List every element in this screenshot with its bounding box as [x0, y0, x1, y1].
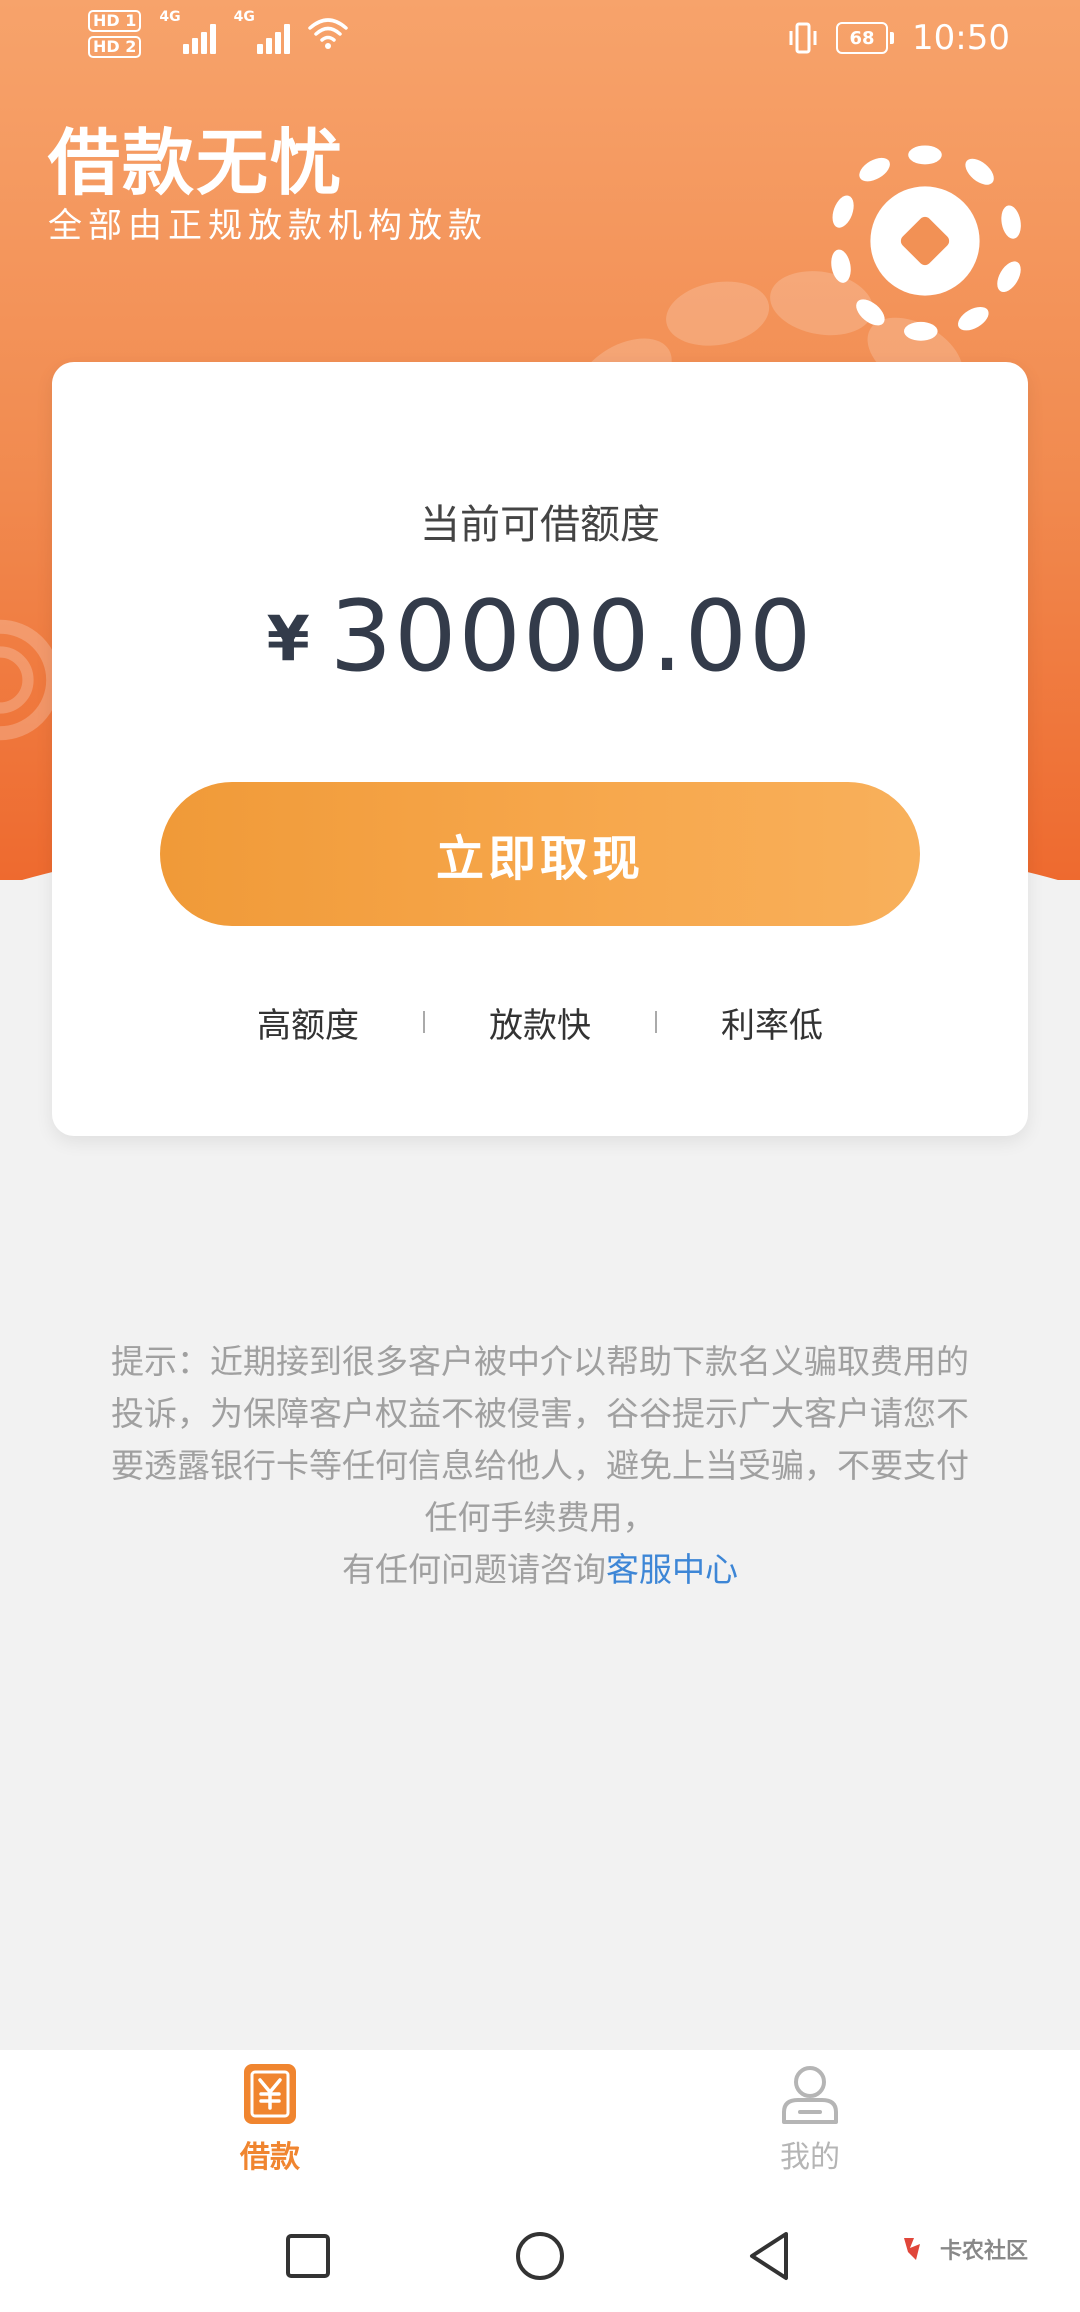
tab-borrow[interactable]: 借款: [170, 2062, 370, 2176]
sim2-badge: HD 2: [88, 36, 142, 58]
fraud-notice: 提示：近期接到很多客户被中介以帮助下款名义骗取费用的投诉，为保障客户权益不被侵害…: [104, 1336, 976, 1596]
network-type-1: 4G: [159, 9, 181, 25]
bottom-tab-bar: 借款 我的: [0, 2050, 1080, 2200]
feature-high-limit: 高额度: [257, 1005, 359, 1046]
back-icon[interactable]: [742, 2228, 798, 2284]
clock: 10:50: [912, 18, 1010, 58]
signal-2: 4G: [234, 10, 290, 54]
wifi-icon: [308, 18, 348, 49]
app-subtitle: 全部由正规放款机构放款: [48, 206, 488, 246]
sim-indicators: HD 1 HD 2: [88, 10, 142, 58]
watermark-label: 卡农社区: [940, 2239, 1029, 2264]
notice-contact-prefix: 有任何问题请咨询: [342, 1550, 606, 1589]
watermark: 卡农社区: [900, 2232, 1028, 2266]
recent-apps-icon[interactable]: [280, 2228, 336, 2284]
sim1-badge: HD 1: [88, 10, 142, 32]
feature-list: 高额度 放款快 利率低: [52, 992, 1028, 1052]
amount-value: 30000.00: [329, 580, 814, 694]
currency-symbol: ¥: [266, 602, 310, 675]
feature-fast-payout: 放款快: [489, 1005, 591, 1046]
battery-level: 68: [836, 22, 889, 54]
network-type-2: 4G: [233, 9, 255, 25]
signal-bars-2-icon: [256, 10, 290, 54]
battery-icon: 68: [836, 22, 895, 54]
customer-service-link[interactable]: 客服中心: [606, 1550, 738, 1589]
yuan-icon: [244, 2064, 296, 2124]
tab-borrow-label: 借款: [240, 2140, 300, 2175]
tab-mine[interactable]: 我的: [710, 2062, 910, 2176]
coin-wreath-logo-icon: [831, 145, 1021, 341]
app-title: 借款无忧: [48, 121, 345, 205]
user-icon: [782, 2066, 838, 2124]
available-amount: ¥30000.00: [52, 580, 1028, 694]
status-right: 68 10:50: [788, 18, 1010, 58]
vibrate-icon: [789, 22, 817, 54]
home-icon[interactable]: [512, 2228, 568, 2284]
signal-bars-1-icon: [182, 10, 216, 54]
tab-mine-label: 我的: [780, 2140, 840, 2175]
status-left: HD 1 HD 2 4G 4G: [88, 10, 348, 58]
notice-text: 提示：近期接到很多客户被中介以帮助下款名义骗取费用的投诉，为保障客户权益不被侵害…: [111, 1342, 969, 1537]
watermark-logo-icon: [904, 2238, 920, 2260]
credit-limit-card: 当前可借额度 ¥30000.00 立即取现 高额度 放款快 利率低: [52, 362, 1028, 1136]
withdraw-button[interactable]: 立即取现: [160, 782, 920, 926]
feature-low-rate: 利率低: [721, 1005, 823, 1046]
notice-contact-line: 有任何问题请咨询客服中心: [104, 1544, 976, 1596]
status-bar: HD 1 HD 2 4G 4G 68 10:50: [0, 0, 1080, 80]
signal-1: 4G: [159, 9, 216, 54]
available-limit-label: 当前可借额度: [420, 502, 660, 548]
